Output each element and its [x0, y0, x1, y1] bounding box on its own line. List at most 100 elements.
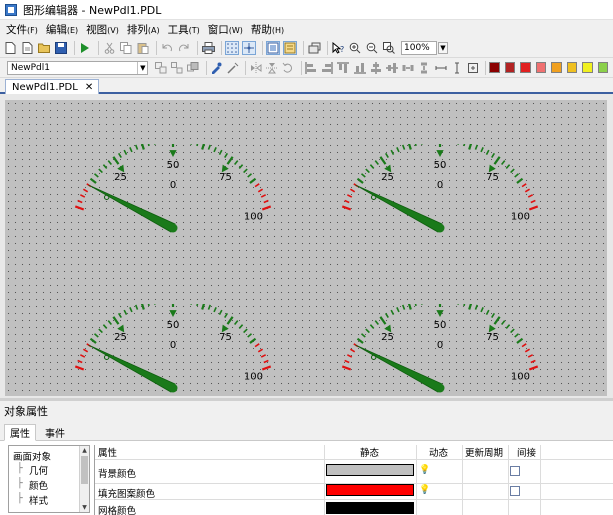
- document-tab[interactable]: NewPdl1.PDL ✕: [5, 79, 100, 94]
- gauge-tick: [524, 188, 531, 193]
- bring-front-icon[interactable]: [187, 61, 200, 75]
- object-select[interactable]: NewPdl1 ▼: [7, 60, 149, 75]
- gauge-tick: [238, 324, 244, 329]
- color-swatch-5[interactable]: [566, 62, 578, 73]
- indirect-checkbox[interactable]: [510, 486, 520, 496]
- gauge-control[interactable]: 0 25 50 75 100: [328, 304, 548, 396]
- property-row-fill-pattern-color[interactable]: 填充图案颜色: [98, 486, 155, 500]
- menu-help[interactable]: 帮助(H): [251, 22, 284, 37]
- menu-tools[interactable]: 工具(T): [168, 22, 200, 37]
- print-icon[interactable]: [201, 41, 215, 55]
- cut-icon[interactable]: [102, 41, 116, 55]
- align-top-icon[interactable]: [337, 61, 350, 75]
- color-swatch-3[interactable]: [535, 62, 547, 73]
- color-swatch-2[interactable]: [520, 62, 531, 73]
- menu-window[interactable]: 窗口(W): [208, 22, 243, 37]
- new-page-icon[interactable]: [20, 41, 34, 55]
- gauge-tick: [414, 304, 417, 307]
- mirror-vertical-icon[interactable]: [265, 61, 278, 75]
- zoom-out-icon[interactable]: [365, 41, 379, 55]
- color-swatch-4[interactable]: [551, 62, 562, 73]
- save-icon[interactable]: [54, 41, 68, 55]
- run-icon[interactable]: [78, 41, 92, 55]
- indirect-checkbox[interactable]: [510, 466, 520, 476]
- properties-toggle-icon[interactable]: [283, 40, 297, 55]
- snap-to-grid-icon[interactable]: [242, 40, 256, 55]
- tree-item-picture-object[interactable]: 画面对象: [13, 449, 51, 463]
- gauge-tick: [360, 333, 366, 338]
- color-swatch-0[interactable]: [489, 62, 500, 73]
- tree-item-geometry[interactable]: 几何: [29, 463, 48, 477]
- menu-file[interactable]: 文件(F): [6, 22, 38, 37]
- menu-arrange[interactable]: 排列(A): [127, 22, 160, 37]
- gauge-tick-label: 75: [486, 332, 499, 343]
- grid-toggle-icon[interactable]: [225, 40, 239, 55]
- ungroup-icon[interactable]: [171, 61, 184, 75]
- lightbulb-icon[interactable]: 💡: [419, 485, 430, 497]
- distribute-horizontal-icon[interactable]: [402, 61, 415, 75]
- group-icon[interactable]: [154, 61, 167, 75]
- drawing-canvas[interactable]: 0 25 50 75 100 0 25 50 75 100 0 25 50 75 100 0 25 50 75…: [5, 100, 607, 396]
- gauge-tick: [360, 173, 366, 178]
- scroll-down-icon[interactable]: ▼: [81, 504, 88, 511]
- scroll-up-icon[interactable]: ▲: [81, 447, 88, 454]
- align-left-icon[interactable]: [305, 61, 318, 75]
- format-painter-icon[interactable]: [226, 61, 239, 75]
- undo-icon[interactable]: [160, 41, 174, 55]
- same-size-icon[interactable]: [466, 61, 479, 75]
- mirror-horizontal-icon[interactable]: [249, 61, 262, 75]
- property-row-background-color[interactable]: 背景颜色: [98, 466, 136, 480]
- tree-item-colors[interactable]: 颜色: [29, 478, 48, 492]
- eyedropper-icon[interactable]: [210, 61, 223, 75]
- zoom-level-field[interactable]: 100%: [401, 40, 437, 55]
- toolbar-separator: [156, 40, 157, 55]
- zoom-fit-icon[interactable]: [382, 41, 396, 55]
- open-folder-icon[interactable]: [37, 41, 51, 55]
- same-height-icon[interactable]: [450, 61, 463, 75]
- new-file-icon[interactable]: [3, 41, 17, 55]
- color-swatch-7[interactable]: [597, 62, 609, 73]
- tab-properties[interactable]: 属性: [4, 424, 36, 441]
- gauge-control[interactable]: 0 25 50 75 100: [328, 144, 548, 274]
- center-vertical-icon[interactable]: [385, 61, 398, 75]
- redo-icon[interactable]: [177, 41, 191, 55]
- copy-icon[interactable]: [119, 41, 133, 55]
- distribute-vertical-icon[interactable]: [418, 61, 431, 75]
- close-icon[interactable]: ✕: [85, 82, 93, 93]
- gauge-control[interactable]: 0 25 50 75 100: [61, 304, 281, 396]
- chevron-down-icon[interactable]: ▼: [137, 61, 147, 74]
- zoom-in-icon[interactable]: [348, 41, 362, 55]
- tree-scrollbar[interactable]: ▲ ▼: [79, 446, 89, 512]
- rotate-icon[interactable]: [281, 61, 294, 75]
- gauge-tick: [346, 354, 353, 358]
- gauge-tick: [218, 309, 223, 315]
- fill-pattern-color-value[interactable]: [326, 484, 414, 496]
- scrollbar-thumb[interactable]: [81, 456, 88, 484]
- chevron-down-icon[interactable]: ▼: [438, 41, 448, 54]
- tree-item-styles[interactable]: 样式: [29, 493, 48, 507]
- lightbulb-icon[interactable]: 💡: [419, 465, 430, 477]
- gauge-tick: [501, 160, 506, 166]
- grid-color-value[interactable]: [326, 502, 414, 514]
- gauge-control[interactable]: 0 25 50 75 100: [61, 144, 281, 274]
- toolbar-separator: [300, 60, 302, 75]
- center-horizontal-icon[interactable]: [369, 61, 382, 75]
- menu-view[interactable]: 视图(V): [86, 22, 119, 37]
- property-row-grid-color[interactable]: 网格颜色: [98, 503, 136, 515]
- context-help-icon[interactable]: ?: [331, 41, 345, 55]
- tab-events[interactable]: 事件: [40, 424, 70, 441]
- align-bottom-icon[interactable]: [353, 61, 366, 75]
- paste-icon[interactable]: [136, 41, 150, 55]
- background-color-value[interactable]: [326, 464, 414, 476]
- layers-icon[interactable]: [266, 40, 280, 55]
- color-swatch-6[interactable]: [582, 62, 593, 73]
- object-library-icon[interactable]: [307, 41, 321, 55]
- color-swatch-1[interactable]: [504, 62, 516, 73]
- gauge-tick: [390, 309, 395, 315]
- align-right-icon[interactable]: [321, 61, 334, 75]
- same-width-icon[interactable]: [434, 61, 447, 75]
- gauge-tick: [514, 333, 520, 338]
- menu-edit[interactable]: 编辑(E): [46, 22, 78, 37]
- gauge-tick-label: 75: [486, 172, 499, 183]
- svg-text:?: ?: [340, 45, 344, 54]
